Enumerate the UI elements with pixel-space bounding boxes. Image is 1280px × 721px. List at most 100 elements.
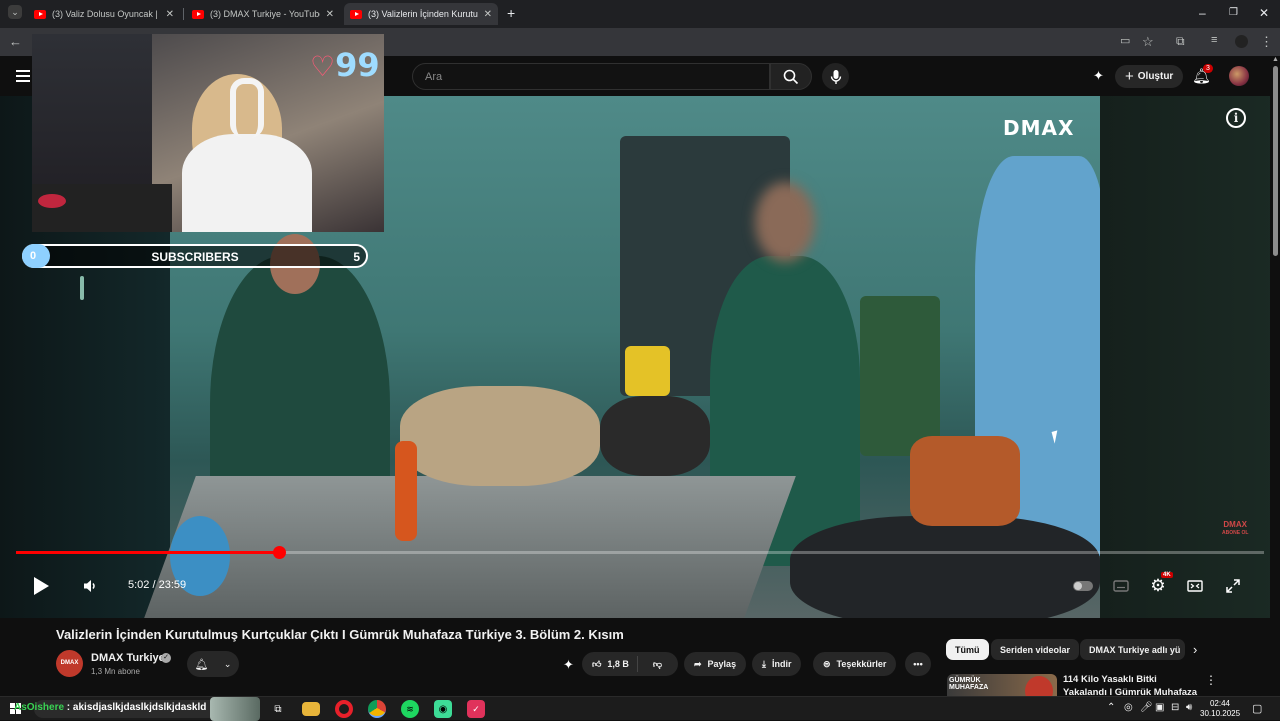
chip-all[interactable]: Tümü (946, 639, 989, 660)
notification-center-icon[interactable]: ▢ (1252, 702, 1262, 715)
tray-overflow-chevron-icon[interactable]: ⌃ (1107, 702, 1115, 713)
scrollbar-thumb[interactable] (1273, 66, 1278, 256)
network-tray-icon[interactable]: ⊟ (1171, 702, 1179, 713)
plus-icon: + (1125, 68, 1134, 85)
info-icon[interactable]: i (1226, 108, 1246, 128)
page-scrollbar[interactable]: ▲ (1270, 56, 1280, 696)
verified-check-icon: ✓ (161, 653, 171, 663)
download-button[interactable]: ⤓ İndir (752, 652, 802, 676)
more-actions-button[interactable]: ••• (905, 652, 931, 676)
ask-ai-icon[interactable]: ✦ (563, 657, 574, 673)
volume-button[interactable] (78, 574, 102, 598)
opera-browser-icon[interactable] (335, 700, 353, 718)
restore-icon[interactable]: ❐ (1229, 7, 1238, 18)
tray-app-icon[interactable]: ◎ (1124, 702, 1133, 713)
cast-icon[interactable]: ▭ (1120, 34, 1130, 47)
heart-icon: ♡ (310, 50, 336, 83)
chip-from-channel[interactable]: DMAX Turkiye adlı yü (1080, 639, 1185, 660)
media-app-icon[interactable]: ✓ (467, 700, 485, 718)
progress-played (16, 551, 280, 554)
file-explorer-icon[interactable] (302, 702, 320, 716)
autoplay-toggle-knob (1074, 582, 1082, 590)
dmax-subscribe-watermark[interactable]: DMAX ABONE OL (1222, 520, 1248, 538)
channel-name[interactable]: DMAX Turkiye (91, 652, 165, 664)
profile-icon[interactable] (1235, 35, 1248, 48)
display-tray-icon[interactable]: ▣ (1155, 702, 1164, 713)
heart-counter-widget: ♡99 (310, 46, 380, 84)
chips-next-chevron-icon[interactable]: › (1193, 642, 1197, 657)
extensions-icon[interactable]: ⧉ (1176, 34, 1185, 49)
account-avatar[interactable] (1229, 66, 1249, 86)
like-button[interactable]: 👍︎ 1,8 B (582, 656, 638, 672)
heart-count: 99 (335, 46, 380, 84)
dislike-button[interactable]: 👎︎ (644, 659, 671, 670)
new-tab-icon[interactable]: + (507, 5, 515, 21)
thanks-button[interactable]: ⊜ Teşekkürler (813, 652, 897, 676)
tab-close-icon[interactable]: ✕ (326, 9, 334, 20)
chrome-app-icon[interactable] (368, 700, 386, 718)
search-button[interactable] (770, 63, 812, 90)
ai-sparkle-icon[interactable]: ✦ (1093, 68, 1104, 84)
minimize-icon[interactable]: – (1199, 6, 1206, 20)
chevron-down-icon: ⌄ (223, 658, 232, 669)
scroll-up-arrow-icon[interactable]: ▲ (1272, 56, 1279, 63)
chip-series-videos[interactable]: Seriden videolar (991, 639, 1080, 660)
clock-time: 02:44 (1209, 699, 1231, 708)
watermark-line: DMAX (1223, 520, 1247, 529)
search-input[interactable]: Ara (412, 63, 770, 90)
download-icon: ⤓ (762, 658, 766, 669)
browser-tab-1[interactable]: (3) Valiz Dolusu Oyuncak | Gümrü ✕ (28, 3, 180, 25)
discord-like-app-icon[interactable]: ◉ (434, 700, 452, 718)
media-control-icon[interactable]: ≡ (1211, 34, 1217, 46)
tab-title: (3) DMAX Turkiye - YouTube (210, 9, 320, 19)
volume-icon (84, 580, 95, 592)
chrome-menu-icon[interactable]: ⋮ (1260, 34, 1273, 50)
theater-mode-button[interactable] (1183, 574, 1207, 598)
share-icon: ➦ (694, 658, 702, 669)
thumbnail-text-line: GÜMRÜK (949, 677, 981, 684)
tab-close-icon[interactable]: ✕ (166, 9, 174, 20)
streamer-webcam-overlay: ♡99 (32, 34, 384, 232)
speaker-tray-icon[interactable]: 🔊︎ (1186, 702, 1192, 713)
thanks-icon: ⊜ (823, 658, 831, 669)
tab-search-icon[interactable]: ⌄ (8, 5, 22, 19)
subscription-bell-button[interactable]: 🔔︎ ⌄ (187, 651, 239, 677)
channel-avatar[interactable]: DMAX (56, 650, 83, 677)
subtitles-button[interactable] (1109, 574, 1133, 598)
back-icon[interactable]: ← (9, 34, 22, 49)
youtube-favicon-icon (34, 9, 46, 19)
play-button[interactable] (29, 574, 53, 598)
tab-close-icon[interactable]: ✕ (484, 9, 492, 20)
thanks-label: Teşekkürler (836, 659, 887, 669)
guide-menu-icon[interactable] (16, 68, 30, 82)
taskbar-clock[interactable]: 02:44 30.10.2025 (1200, 699, 1240, 719)
subtitles-icon (1113, 580, 1129, 592)
spotify-icon[interactable]: ≋ (401, 700, 419, 718)
browser-tab-3-active[interactable]: (3) Valizlerin İçinden Kurutulmuş ✕ (344, 3, 498, 25)
browser-tab-strip: ⌄ (3) Valiz Dolusu Oyuncak | Gümrü ✕ (3)… (0, 0, 1280, 28)
share-button[interactable]: ➦ Paylaş (684, 652, 747, 676)
progress-bar[interactable] (16, 546, 1264, 559)
bookmark-star-icon[interactable]: ☆ (1142, 34, 1154, 50)
task-view-icon[interactable]: ⧉ (269, 700, 287, 718)
dmax-watermark-logo: DMAX (1003, 116, 1075, 140)
download-label: İndir (771, 659, 792, 669)
windows-taskbar: AsOishere : akisdjaslkjdaslkjdslkjdaskld… (0, 696, 1280, 721)
voice-search-button[interactable] (822, 63, 849, 90)
quality-4k-badge: 4K (1161, 572, 1173, 578)
close-window-icon[interactable]: ✕ (1259, 6, 1269, 20)
thumbs-down-icon: 👎︎ (652, 658, 663, 669)
autoplay-toggle[interactable] (1071, 574, 1095, 598)
microphone-tray-icon[interactable]: 🎤︎ (1140, 702, 1153, 713)
like-count: 1,8 B (607, 659, 629, 669)
thumbnail-text-line: MUHAFAZA (949, 684, 989, 691)
tab-title: (3) Valiz Dolusu Oyuncak | Gümrü (52, 9, 160, 19)
browser-tab-2[interactable]: (3) DMAX Turkiye - YouTube ✕ (186, 3, 340, 25)
recommended-more-icon[interactable]: ⋮ (1205, 673, 1217, 687)
video-frame-right-edge (1100, 96, 1280, 618)
thumbnail-text: GÜMRÜK MUHAFAZA (949, 677, 988, 691)
more-horizontal-icon: ••• (913, 659, 923, 669)
youtube-favicon-icon (192, 9, 204, 19)
fullscreen-button[interactable] (1221, 574, 1245, 598)
create-button[interactable]: + Oluştur (1115, 65, 1184, 88)
